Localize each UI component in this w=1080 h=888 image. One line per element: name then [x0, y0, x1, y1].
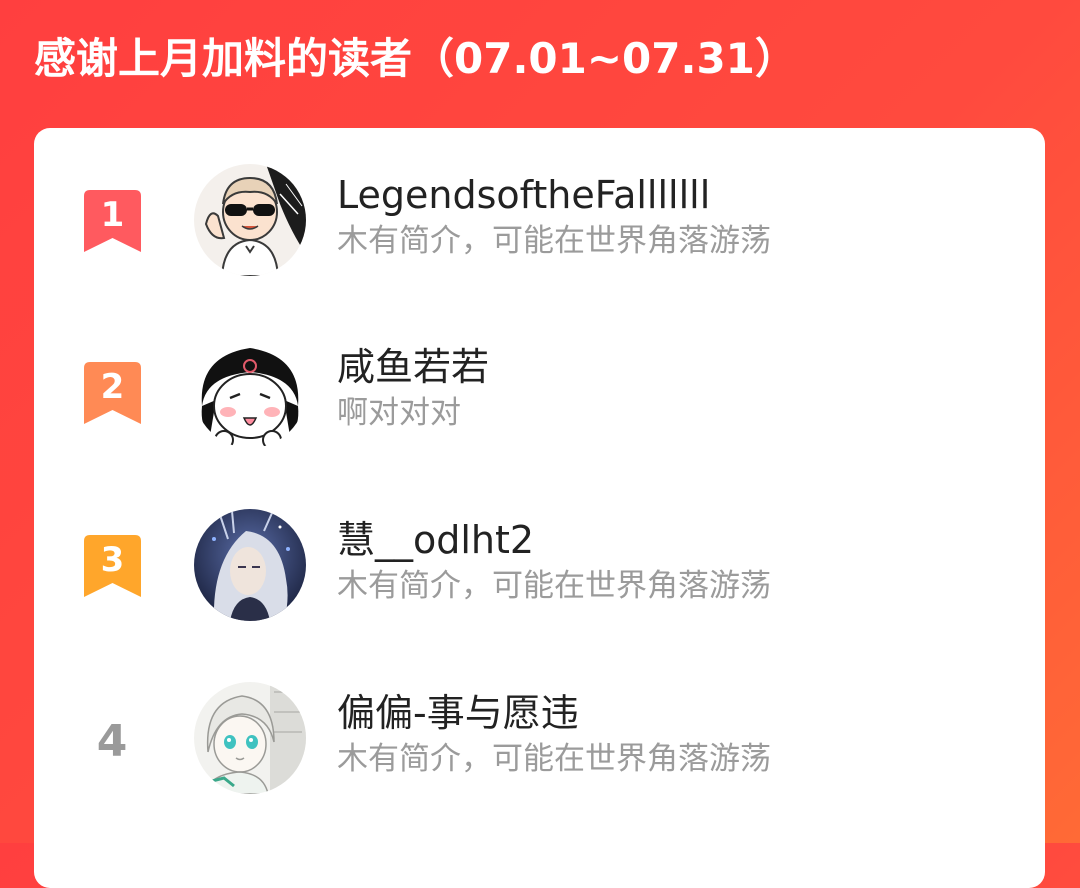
avatar[interactable] — [194, 682, 306, 794]
reader-row[interactable]: 4 偏偏-事与愿违 木有简介，可能在世界角落游荡 — [34, 682, 1045, 806]
cartoon-girl-avatar-icon — [194, 336, 306, 448]
user-bio: 木有简介，可能在世界角落游荡 — [337, 568, 771, 604]
reader-row[interactable]: 2 咸鱼若若 啊对对对 — [34, 336, 1045, 460]
sunglasses-cartoon-avatar-icon — [194, 164, 306, 276]
avatar[interactable] — [194, 164, 306, 276]
anime-character-avatar-icon — [194, 509, 306, 621]
avatar[interactable] — [194, 336, 306, 448]
page-title: 感谢上月加料的读者（07.01~07.31） — [34, 34, 797, 83]
reader-ranking-list: 1 LegendsoftheFalllllll 木有简介，可能在世界角落游荡 2… — [34, 128, 1045, 888]
avatar[interactable] — [194, 509, 306, 621]
rank-number: 3 — [101, 540, 125, 580]
reader-row[interactable]: 1 LegendsoftheFalllllll 木有简介，可能在世界角落游荡 — [34, 164, 1045, 288]
rank-number: 4 — [96, 716, 128, 767]
user-bio: 啊对对对 — [337, 395, 461, 431]
user-name[interactable]: 偏偏-事与愿违 — [337, 694, 579, 732]
user-bio: 木有简介，可能在世界角落游荡 — [337, 741, 771, 777]
rank-number: 2 — [101, 367, 125, 407]
rank-ribbon-icon: 3 — [84, 535, 141, 597]
rank-number: 1 — [101, 195, 125, 235]
user-name[interactable]: 咸鱼若若 — [337, 348, 489, 386]
anime-girl-sketch-avatar-icon — [194, 682, 306, 794]
reader-row[interactable]: 3 慧__odlht2 木有简介，可能在世界角落游荡 — [34, 509, 1045, 633]
rank-ribbon-icon: 1 — [84, 190, 141, 252]
user-name[interactable]: 慧__odlht2 — [337, 521, 534, 559]
rank-ribbon-icon: 2 — [84, 362, 141, 424]
user-name[interactable]: LegendsoftheFalllllll — [337, 176, 710, 214]
user-bio: 木有简介，可能在世界角落游荡 — [337, 223, 771, 259]
